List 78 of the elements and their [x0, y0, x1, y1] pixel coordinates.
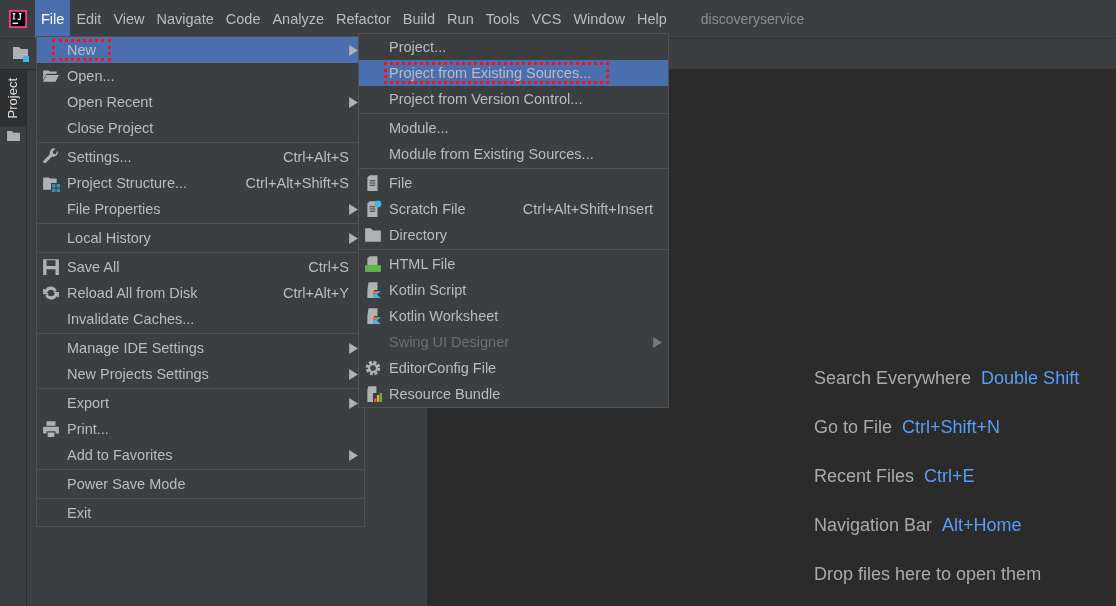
menu-item-label: Add to Favorites	[66, 446, 174, 465]
menu-item-label: Settings...	[66, 148, 133, 167]
menu-item[interactable]: File	[359, 170, 668, 196]
project-name: discoveryservice	[700, 11, 805, 27]
menu-bar-item[interactable]: Edit	[70, 0, 108, 38]
printer-icon	[41, 420, 61, 438]
menu-item-label: Save All	[66, 258, 121, 277]
project-tab[interactable]: Project	[0, 70, 26, 127]
menu-bar-item[interactable]: Code	[219, 0, 267, 38]
menu-item[interactable]: Exit	[37, 500, 364, 526]
menu-item-label: Project from Version Control...	[388, 90, 584, 109]
hint-shortcut: Ctrl+E	[924, 466, 975, 488]
menu-item-label: Resource Bundle	[388, 385, 502, 404]
menu-item-label: Manage IDE Settings	[66, 339, 206, 358]
menu-item-label: Power Save Mode	[66, 475, 187, 494]
menu-item-label: Open Recent	[66, 93, 154, 112]
menu-item[interactable]: Project from Version Control...	[359, 86, 668, 112]
menu-item-label: Project Structure...	[66, 174, 189, 193]
shortcut-label: Ctrl+Alt+S	[282, 149, 349, 165]
hint-label: Search Everywhere	[814, 368, 972, 390]
menu-bar-item[interactable]: Analyze	[266, 0, 331, 38]
menu-item[interactable]: Module...	[359, 115, 668, 141]
menu-item-label: Project...	[388, 38, 448, 57]
hint-label: Recent Files	[814, 466, 915, 488]
wrench-icon	[41, 148, 61, 166]
hint-label: Drop files here to open them	[814, 564, 1042, 586]
menu-bar-item[interactable]: File	[35, 0, 71, 38]
hint-label: Navigation Bar	[814, 515, 933, 537]
menu-item[interactable]: Print...	[37, 416, 364, 442]
menu-item-label: Module...	[388, 119, 450, 138]
menu-item[interactable]: Resource Bundle	[359, 381, 668, 407]
menu-item-label: Project from Existing Sources...	[384, 62, 610, 84]
menu-item-label: Scratch File	[388, 200, 467, 219]
folder-icon	[363, 226, 383, 244]
menu-item-label: EditorConfig File	[388, 359, 498, 378]
menu-item-label: Invalidate Caches...	[66, 310, 196, 329]
menu-item-label: Directory	[388, 226, 448, 245]
folder-open-icon	[41, 67, 61, 85]
shortcut-label: Ctrl+Alt+Shift+S	[245, 175, 349, 191]
reload-icon	[41, 284, 61, 302]
project-folder-icon[interactable]	[12, 45, 30, 63]
menu-item[interactable]: Kotlin Worksheet	[359, 303, 668, 329]
menu-bar-item[interactable]: View	[107, 0, 151, 38]
menu-item[interactable]: Module from Existing Sources...	[359, 141, 668, 167]
folder-icon	[6, 130, 20, 142]
menu-item-label: New	[52, 39, 111, 61]
menu-item-label: Local History	[66, 229, 152, 248]
menu-item-label: Open...	[66, 67, 116, 86]
menu-item-label: Export	[66, 394, 110, 413]
shortcut-label: Ctrl+Alt+Y	[282, 285, 349, 301]
menu-item-label: Exit	[66, 504, 93, 523]
menu-item[interactable]: Power Save Mode	[37, 471, 364, 497]
menu-item-label: Kotlin Script	[388, 281, 468, 300]
menu-item[interactable]: Scratch File Ctrl+Alt+Shift+Insert	[359, 196, 668, 222]
settings-icon	[363, 359, 383, 377]
app-logo-icon	[9, 10, 27, 28]
hint-shortcut: Alt+Home	[942, 515, 1022, 537]
html-file-icon	[363, 255, 383, 273]
menu-item[interactable]: EditorConfig File	[359, 355, 668, 381]
menu-item-label: Print...	[66, 420, 110, 439]
menu-item[interactable]: HTML File	[359, 251, 668, 277]
menu-item-label: Close Project	[66, 119, 155, 138]
hint-label: Go to File	[814, 417, 893, 439]
menu-item-label: Module from Existing Sources...	[388, 145, 595, 164]
menu-item[interactable]: Add to Favorites	[37, 442, 364, 468]
menu-item-label: Kotlin Worksheet	[388, 307, 500, 326]
menu-item-label: File Properties	[66, 200, 162, 219]
hint-shortcut: Ctrl+Shift+N	[902, 417, 1001, 439]
menu-item-label: Reload All from Disk	[66, 284, 199, 303]
menu-item[interactable]: Kotlin Script	[359, 277, 668, 303]
menu-item-label: File	[388, 174, 414, 193]
shortcut-label: Ctrl+S	[308, 259, 349, 275]
folder-grid-icon	[41, 174, 61, 192]
menu-bar-item[interactable]: Navigate	[150, 0, 220, 38]
shortcut-label: Ctrl+Alt+Shift+Insert	[522, 201, 653, 217]
menu-item-label: HTML File	[388, 255, 457, 274]
menu-item-label: New Projects Settings	[66, 365, 210, 384]
hint-shortcut: Double Shift	[981, 368, 1080, 390]
